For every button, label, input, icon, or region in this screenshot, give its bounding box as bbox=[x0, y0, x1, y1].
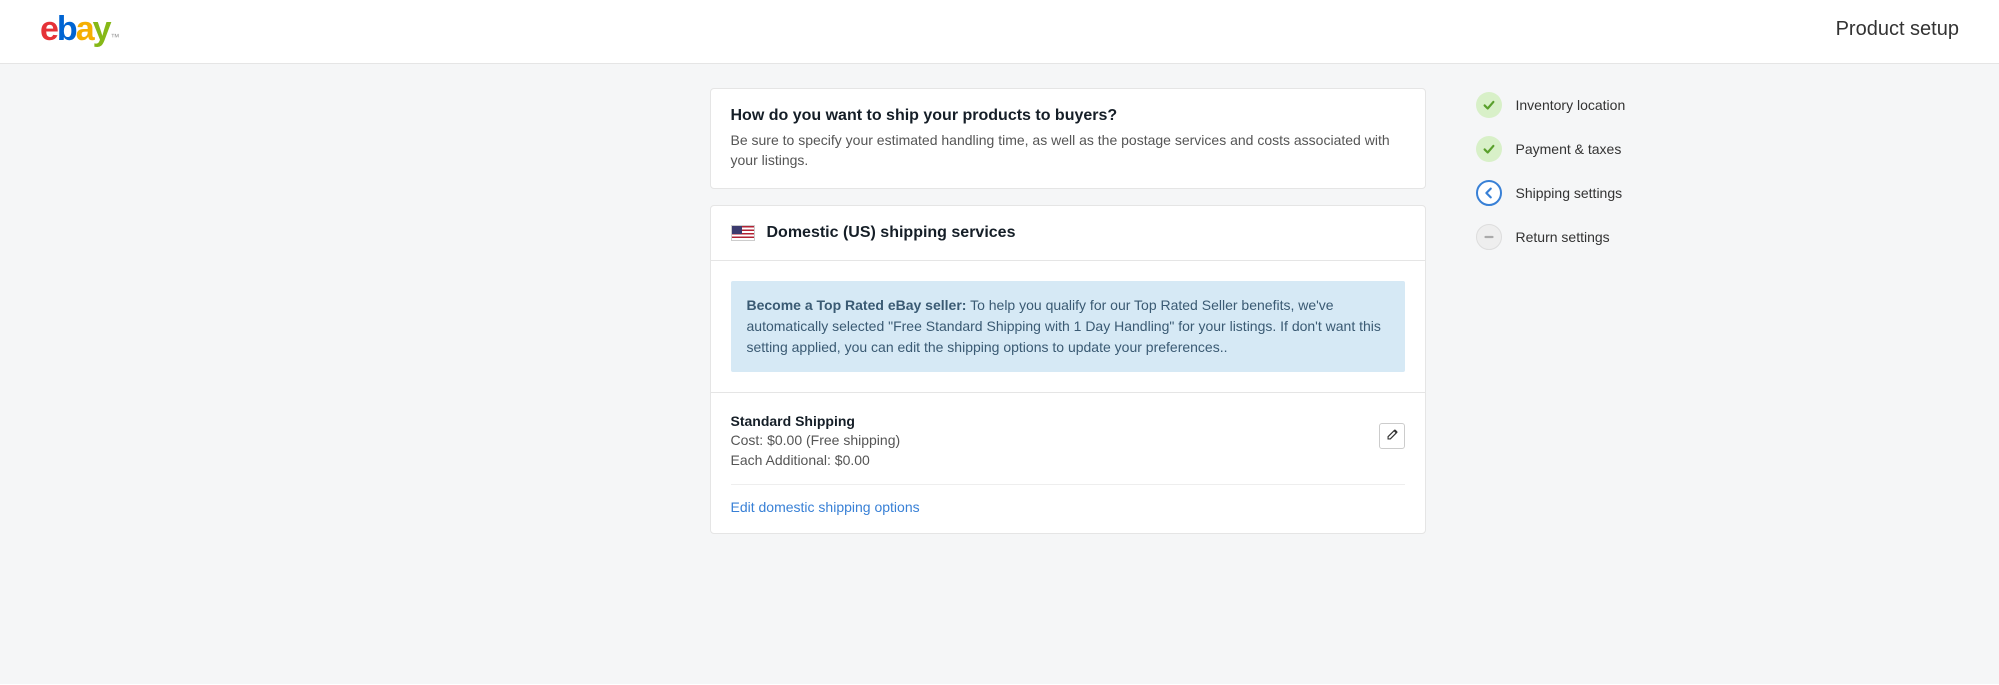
step-label: Return settings bbox=[1516, 229, 1610, 245]
steps-list: Inventory location Payment & taxes Shipp… bbox=[1476, 92, 1626, 250]
pencil-icon bbox=[1386, 429, 1398, 444]
content-area: How do you want to ship your products to… bbox=[0, 64, 1999, 684]
check-icon bbox=[1476, 136, 1502, 162]
shipping-service-info: Standard Shipping Cost: $0.00 (Free ship… bbox=[731, 413, 901, 470]
minus-icon bbox=[1476, 224, 1502, 250]
shipping-service-additional: Each Additional: $0.00 bbox=[731, 451, 901, 471]
main-column: How do you want to ship your products to… bbox=[710, 88, 1426, 550]
us-flag-icon bbox=[731, 225, 755, 241]
step-payment-taxes[interactable]: Payment & taxes bbox=[1476, 136, 1626, 162]
intro-subtext: Be sure to specify your estimated handli… bbox=[731, 131, 1405, 170]
shipping-service-name: Standard Shipping bbox=[731, 413, 901, 429]
step-label: Payment & taxes bbox=[1516, 141, 1622, 157]
steps-sidebar: Inventory location Payment & taxes Shipp… bbox=[1476, 88, 1626, 268]
edit-domestic-shipping-link[interactable]: Edit domestic shipping options bbox=[731, 499, 920, 515]
page-title: Product setup bbox=[1836, 18, 1959, 41]
domestic-shipping-header: Domestic (US) shipping services bbox=[711, 206, 1425, 261]
intro-card: How do you want to ship your products to… bbox=[710, 88, 1426, 189]
step-inventory-location[interactable]: Inventory location bbox=[1476, 92, 1626, 118]
step-label: Inventory location bbox=[1516, 97, 1626, 113]
intro-heading: How do you want to ship your products to… bbox=[731, 107, 1405, 125]
info-banner-wrap: Become a Top Rated eBay seller: To help … bbox=[711, 261, 1425, 393]
check-icon bbox=[1476, 92, 1502, 118]
domestic-shipping-title: Domestic (US) shipping services bbox=[767, 224, 1016, 242]
shipping-service-row: Standard Shipping Cost: $0.00 (Free ship… bbox=[731, 413, 1405, 485]
domestic-shipping-card: Domestic (US) shipping services Become a… bbox=[710, 205, 1426, 534]
banner-strong: Become a Top Rated eBay seller: bbox=[747, 297, 967, 313]
chevron-left-icon bbox=[1476, 180, 1502, 206]
step-shipping-settings[interactable]: Shipping settings bbox=[1476, 180, 1626, 206]
top-rated-seller-banner: Become a Top Rated eBay seller: To help … bbox=[731, 281, 1405, 372]
step-label: Shipping settings bbox=[1516, 185, 1623, 201]
step-return-settings[interactable]: Return settings bbox=[1476, 224, 1626, 250]
edit-shipping-button[interactable] bbox=[1379, 423, 1405, 449]
shipping-body: Standard Shipping Cost: $0.00 (Free ship… bbox=[711, 393, 1425, 533]
shipping-service-cost: Cost: $0.00 (Free shipping) bbox=[731, 431, 901, 451]
app-header: ebay™ Product setup bbox=[0, 0, 1999, 64]
ebay-logo[interactable]: ebay™ bbox=[40, 10, 120, 49]
